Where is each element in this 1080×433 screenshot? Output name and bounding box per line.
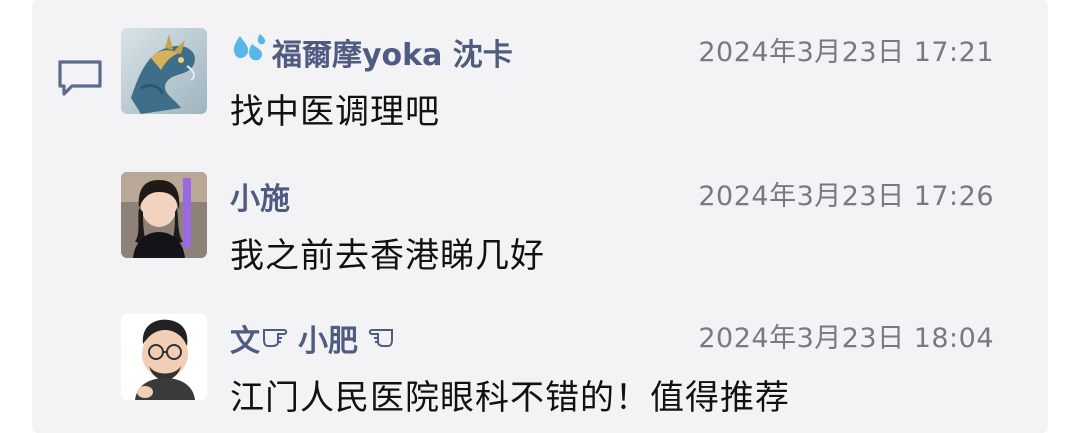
comment-text: 江门人民医院眼科不错的！值得推荐 — [230, 378, 790, 418]
woman-avatar-image — [121, 172, 207, 258]
comment-row: 文 小肥 2024年3月23日 18:04 江门人民医院眼科不错的！值得推荐 — [32, 288, 1048, 418]
water-droplets-icon — [230, 32, 270, 72]
comment-text: 找中医调理吧 — [230, 92, 440, 132]
cartoon-man-avatar-image — [121, 314, 207, 400]
author-name: 福爾摩yoka 沈卡 — [272, 38, 513, 73]
author-name-part: 小肥 — [298, 324, 358, 359]
avatar[interactable] — [121, 172, 207, 258]
comment-author[interactable]: 文 小肥 — [230, 316, 394, 360]
author-name: 小施 — [230, 182, 290, 217]
avatar[interactable] — [121, 28, 207, 114]
author-name-part: 文 — [230, 324, 260, 359]
avatar[interactable] — [121, 314, 207, 400]
comment-author[interactable]: 福爾摩yoka 沈卡 — [230, 30, 513, 74]
comment-row: 福爾摩yoka 沈卡 2024年3月23日 17:21 找中医调理吧 — [32, 0, 1048, 132]
comment-time: 2024年3月23日 17:26 — [698, 181, 994, 212]
dragon-avatar-image — [121, 28, 207, 114]
pointing-hand-icon — [262, 321, 296, 356]
comment-text: 我之前去香港睇几好 — [230, 236, 545, 276]
comment-time: 2024年3月23日 17:21 — [698, 37, 994, 68]
comments-panel: 福爾摩yoka 沈卡 2024年3月23日 17:21 找中医调理吧 小施 20… — [32, 0, 1048, 433]
comment-row: 小施 2024年3月23日 17:26 我之前去香港睇几好 — [32, 144, 1048, 276]
comment-time: 2024年3月23日 18:04 — [698, 323, 994, 354]
comment-author[interactable]: 小施 — [230, 174, 290, 218]
pointing-hand-icon — [360, 321, 394, 356]
